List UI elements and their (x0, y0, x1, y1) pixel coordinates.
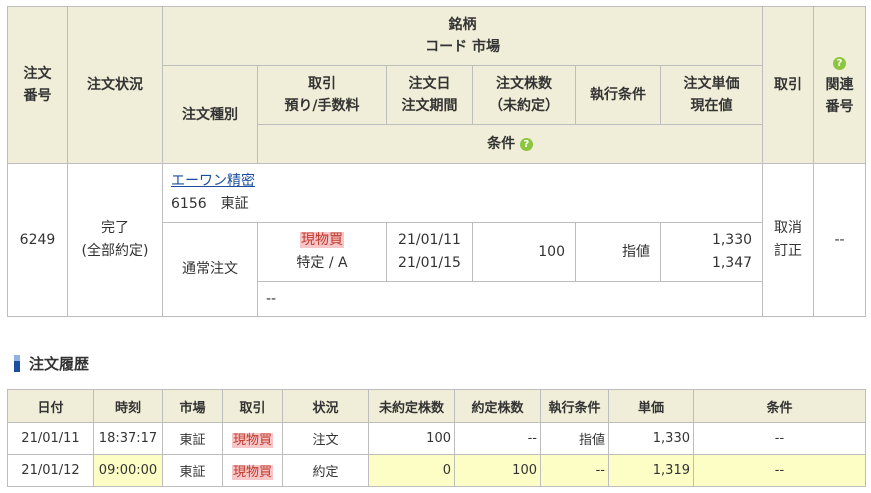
history-col-header: 状況 (282, 389, 369, 423)
history-col-header: 未約定株数 (368, 389, 455, 423)
history-col-header: 執行条件 (540, 389, 609, 423)
order-type: 通常注文 (162, 222, 258, 317)
order-quantity: 100 (472, 222, 576, 282)
order-history-table: 日付 時刻 市場 取引 状況 未約定株数 約定株数 執行条件 単価 条件 21/01/11 18:3… (7, 389, 866, 487)
help-icon[interactable]: ? (519, 137, 533, 151)
history-unfilled: 100 (368, 422, 455, 455)
heading-marker-icon (14, 354, 20, 372)
related-number: -- (813, 163, 867, 317)
price-cell: 1,330 1,347 (659, 222, 764, 282)
history-header-row: 日付 時刻 市場 取引 状況 未約定株数 約定株数 執行条件 単価 条件 (7, 389, 866, 423)
col-conditions: 条件 ? (256, 124, 764, 164)
history-market: 東証 (162, 422, 223, 455)
history-time: 18:37:17 (93, 422, 163, 455)
order-date-cell: 21/01/11 21/01/15 (386, 222, 473, 282)
col-price: 注文単価 現在値 (659, 65, 764, 125)
history-unfilled: 0 (368, 454, 455, 487)
history-trade: 現物買 (222, 454, 283, 487)
trade-account: 特定 / A (296, 255, 348, 271)
history-trade: 現物買 (222, 422, 283, 455)
cancel-link[interactable]: 取消 (774, 220, 802, 236)
history-market: 東証 (162, 454, 223, 487)
history-exec-condition: -- (540, 454, 609, 487)
trade-cell: 現物買 特定 / A (257, 222, 387, 282)
order-number: 6249 (7, 163, 68, 317)
history-time: 09:00:00 (93, 454, 163, 487)
col-brand: 銘柄 コード 市場 (161, 6, 764, 66)
history-row: 21/01/12 09:00:00 東証 現物買 約定 0 100 -- 1,319 -- (7, 454, 866, 487)
stock-code-market: 6156 東証 (171, 196, 249, 212)
history-price: 1,319 (608, 454, 694, 487)
history-condition: -- (693, 454, 866, 487)
history-col-header: 時刻 (93, 389, 163, 423)
history-row: 21/01/11 18:37:17 東証 現物買 注文 100 -- 指値 1,330 -- (7, 422, 866, 455)
history-col-header: 単価 (608, 389, 694, 423)
history-col-header: 約定株数 (454, 389, 541, 423)
history-price: 1,330 (608, 422, 694, 455)
conditions-value: -- (256, 281, 764, 317)
trade-badge: 現物買 (231, 433, 273, 448)
order-status: 完了 (全部約定) (67, 163, 163, 317)
history-exec-condition: 指値 (540, 422, 609, 455)
col-order-date: 注文日 注文期間 (386, 65, 473, 125)
help-icon[interactable]: ? (833, 56, 847, 70)
stock-name-link[interactable]: エーワン精密 (171, 173, 255, 189)
trade-badge: 現物買 (300, 232, 344, 248)
history-col-header: 取引 (222, 389, 283, 423)
history-condition: -- (693, 422, 866, 455)
col-order-number: 注文 番号 (7, 6, 68, 164)
history-section-heading: 注文履歴 (14, 353, 89, 373)
history-date: 21/01/11 (7, 422, 94, 455)
action-cell: 取消 訂正 (762, 163, 815, 317)
col-quantity: 注文株数 （未約定） (472, 65, 576, 125)
stock-cell: エーワン精密 6156 東証 (161, 163, 764, 223)
col-related-number: ? 関連 番号 (813, 6, 867, 164)
col-order-type: 注文種別 (162, 65, 258, 164)
col-trade: 取引 預り/手数料 (257, 65, 387, 125)
exec-condition: 指値 (575, 222, 661, 282)
order-detail-table: 注文 番号 注文状況 銘柄 コード 市場 取引 ? 関連 番号 注文種別 取引 … (7, 6, 867, 317)
col-order-status: 注文状況 (67, 6, 163, 164)
history-col-header: 日付 (7, 389, 94, 423)
history-status: 注文 (282, 422, 369, 455)
col-action: 取引 (762, 6, 815, 164)
trade-badge: 現物買 (231, 465, 273, 480)
history-filled: -- (454, 422, 541, 455)
history-date: 21/01/12 (7, 454, 94, 487)
modify-link[interactable]: 訂正 (774, 243, 802, 259)
history-col-header: 条件 (693, 389, 866, 423)
history-status: 約定 (282, 454, 369, 487)
history-col-header: 市場 (162, 389, 223, 423)
col-exec-condition: 執行条件 (575, 65, 661, 125)
history-filled: 100 (454, 454, 541, 487)
